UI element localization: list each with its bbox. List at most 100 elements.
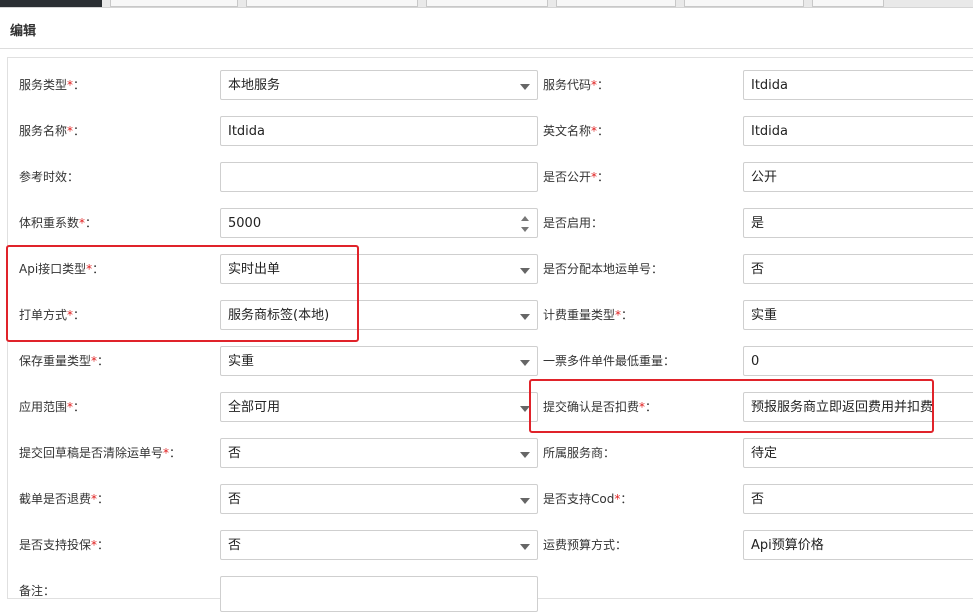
label-colon: ： — [73, 78, 86, 92]
top-filter-select-3[interactable] — [684, 0, 804, 7]
row-9-left-label-text: 提交回草稿是否清除运单号 — [19, 446, 164, 460]
row-10-left-select[interactable]: 否 — [220, 484, 538, 514]
row-2-left-input[interactable]: Itdida — [220, 116, 538, 146]
row-11-left-value: 否 — [228, 538, 242, 553]
row-7-left-label: 保存重量类型*： — [19, 345, 109, 377]
row-4-right-label: 是否启用： — [543, 207, 603, 239]
row-8-left-value: 全部可用 — [228, 400, 281, 415]
row-12-left-textarea[interactable] — [220, 576, 538, 612]
row-4-right-value: 是 — [751, 216, 765, 231]
row-9-left-value: 否 — [228, 446, 242, 461]
row-11-right-label: 运费预算方式： — [543, 529, 627, 561]
row-2-left-label: 服务名称*： — [19, 115, 85, 147]
row-4-right-input[interactable]: 是 — [743, 208, 973, 238]
chevron-down-icon[interactable] — [520, 84, 530, 90]
label-colon: ： — [43, 584, 56, 598]
label-colon: ： — [85, 216, 98, 230]
row-9-left-label: 提交回草稿是否清除运单号*： — [19, 437, 181, 469]
row-2-left-value: Itdida — [228, 124, 266, 139]
row-4-left-label-text: 体积重系数 — [19, 216, 80, 230]
chevron-down-icon[interactable] — [520, 268, 530, 274]
label-colon: ： — [169, 446, 182, 460]
row-3-left-input[interactable] — [220, 162, 538, 192]
chevron-down-icon[interactable] — [520, 360, 530, 366]
row-8-right-input[interactable]: 预报服务商立即返回费用并扣费 — [743, 392, 973, 422]
top-filter-select-2[interactable] — [556, 0, 676, 7]
row-7-right-input[interactable]: 0 — [743, 346, 973, 376]
spinner-down-icon[interactable] — [521, 227, 529, 232]
top-search-button[interactable] — [812, 0, 884, 7]
row-9-left-select[interactable]: 否 — [220, 438, 538, 468]
chevron-down-icon[interactable] — [520, 406, 530, 412]
row-3-right-value: 公开 — [751, 170, 778, 185]
row-5-right-label-text: 是否分配本地运单号 — [543, 262, 652, 276]
row-6-left-label: 打单方式*： — [19, 299, 85, 331]
top-filter-input-2[interactable] — [246, 0, 418, 7]
row-1-left-select[interactable]: 本地服务 — [220, 70, 538, 100]
row-1-right-input[interactable]: Itdida — [743, 70, 973, 100]
row-7-left-value: 实重 — [228, 354, 255, 369]
row-9-right-label-text: 所属服务商 — [543, 446, 604, 460]
row-6-left-value: 服务商标签(本地) — [228, 308, 330, 323]
chevron-down-icon[interactable] — [520, 314, 530, 320]
label-colon: ： — [67, 170, 80, 184]
row-7-right-label-text: 一票多件单件最低重量 — [543, 354, 664, 368]
row-6-left-select[interactable]: 服务商标签(本地) — [220, 300, 538, 330]
row-11-left-label: 是否支持投保*： — [19, 529, 109, 561]
row-2-right-label: 英文名称*： — [543, 115, 609, 147]
label-colon: ： — [621, 308, 634, 322]
row-3-right-input[interactable]: 公开 — [743, 162, 973, 192]
row-1-left-label: 服务类型*： — [19, 69, 85, 101]
label-colon: ： — [97, 492, 110, 506]
row-3-right-label: 是否公开*： — [543, 161, 609, 193]
row-8-left-select[interactable]: 全部可用 — [220, 392, 538, 422]
row-7-left-select[interactable]: 实重 — [220, 346, 538, 376]
row-10-right-input[interactable]: 否 — [743, 484, 973, 514]
row-6-right-value: 实重 — [751, 308, 778, 323]
label-colon: ： — [603, 446, 616, 460]
row-5-right-input[interactable]: 否 — [743, 254, 973, 284]
row-10-left-label: 截单是否退费*： — [19, 483, 109, 515]
row-3-left-label: 参考时效： — [19, 161, 79, 193]
label-colon: ： — [73, 400, 86, 414]
row-8-right-value: 预报服务商立即返回费用并扣费 — [751, 400, 934, 415]
row-11-right-input[interactable]: Api预算价格 — [743, 530, 973, 560]
label-colon: ： — [97, 538, 110, 552]
chevron-down-icon[interactable] — [520, 498, 530, 504]
row-4-left-number-input[interactable]: 5000 — [220, 208, 538, 238]
top-filter-bar — [0, 0, 973, 8]
row-9-right-input[interactable]: 待定 — [743, 438, 973, 468]
row-5-left-select[interactable]: 实时出单 — [220, 254, 538, 284]
row-4-left-value: 5000 — [228, 216, 262, 231]
row-10-left-value: 否 — [228, 492, 242, 507]
row-8-right-label: 提交确认是否扣费*： — [543, 391, 657, 423]
page-title: 编辑 — [10, 24, 37, 39]
row-2-right-input[interactable]: Itdida — [743, 116, 973, 146]
spinner-up-icon[interactable] — [521, 216, 529, 221]
top-filter-select-1[interactable] — [426, 0, 548, 7]
label-colon: ： — [651, 262, 664, 276]
row-2-right-label-text: 英文名称 — [543, 124, 592, 138]
row-6-right-input[interactable]: 实重 — [743, 300, 973, 330]
label-colon: ： — [73, 124, 86, 138]
label-colon: ： — [663, 354, 676, 368]
chevron-down-icon[interactable] — [520, 452, 530, 458]
row-12-left-label: 备注： — [19, 575, 55, 607]
row-7-right-value: 0 — [751, 354, 760, 369]
row-12-left-label-text: 备注 — [19, 584, 44, 598]
row-3-left-label-text: 参考时效 — [19, 170, 68, 184]
label-colon: ： — [645, 400, 658, 414]
label-colon: ： — [73, 308, 86, 322]
row-1-right-value: Itdida — [751, 78, 789, 93]
row-8-left-label: 应用范围*： — [19, 391, 85, 423]
edit-header: 编辑 — [0, 8, 973, 49]
row-10-right-label-text: 是否支持Cod — [543, 492, 615, 506]
row-9-right-value: 待定 — [751, 446, 778, 461]
chevron-down-icon[interactable] — [520, 544, 530, 550]
row-11-left-select[interactable]: 否 — [220, 530, 538, 560]
row-5-left-label: Api接口类型*： — [19, 253, 104, 285]
row-1-right-label: 服务代码*： — [543, 69, 609, 101]
row-1-right-label-text: 服务代码 — [543, 78, 592, 92]
top-filter-input-1[interactable] — [110, 0, 238, 7]
label-colon: ： — [597, 124, 610, 138]
